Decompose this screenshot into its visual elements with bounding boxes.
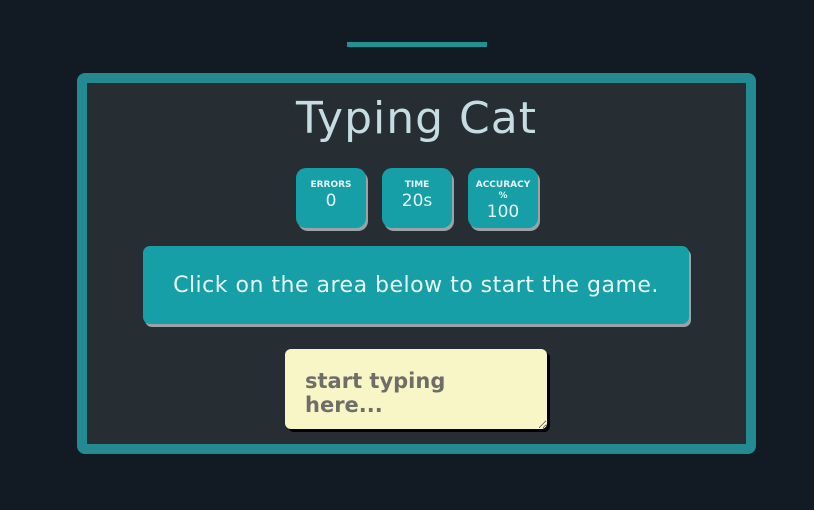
top-accent-bar bbox=[347, 42, 487, 47]
errors-stat: ERRORS 0 bbox=[296, 168, 366, 228]
instruction-message: Click on the area below to start the gam… bbox=[143, 246, 689, 324]
time-label: TIME bbox=[404, 180, 430, 190]
time-stat: TIME 20s bbox=[382, 168, 452, 228]
errors-value: 0 bbox=[325, 191, 337, 211]
accuracy-value: 100 bbox=[486, 202, 520, 222]
accuracy-label: ACCURACY % bbox=[475, 180, 531, 201]
game-frame: Typing Cat ERRORS 0 TIME 20s ACCURACY % … bbox=[77, 73, 756, 454]
accuracy-stat: ACCURACY % 100 bbox=[468, 168, 538, 228]
errors-label: ERRORS bbox=[310, 180, 352, 190]
typing-input[interactable] bbox=[285, 349, 547, 429]
game-title: Typing Cat bbox=[296, 93, 537, 144]
page: Typing Cat ERRORS 0 TIME 20s ACCURACY % … bbox=[0, 0, 814, 510]
time-value: 20s bbox=[401, 191, 433, 211]
